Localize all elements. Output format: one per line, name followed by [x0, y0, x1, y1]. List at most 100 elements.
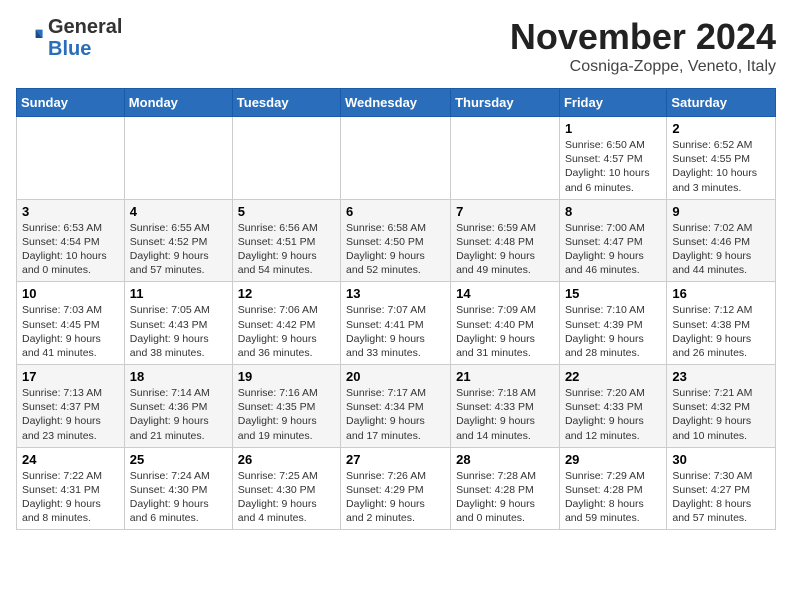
- day-info: Sunrise: 7:26 AM Sunset: 4:29 PM Dayligh…: [346, 469, 445, 526]
- logo-general-text: General: [48, 16, 122, 38]
- weekday-header-friday: Friday: [559, 89, 666, 117]
- calendar-cell: 2 Sunrise: 6:52 AM Sunset: 4:55 PM Daylig…: [667, 117, 776, 200]
- calendar-cell: 18 Sunrise: 7:14 AM Sunset: 4:36 PM Dayli…: [124, 365, 232, 448]
- calendar-cell: [232, 117, 340, 200]
- day-number: 10: [22, 286, 119, 301]
- weekday-header-thursday: Thursday: [451, 89, 560, 117]
- calendar-cell: [341, 117, 451, 200]
- day-info: Sunrise: 7:12 AM Sunset: 4:38 PM Dayligh…: [672, 303, 770, 360]
- day-number: 8: [565, 204, 661, 219]
- day-info: Sunrise: 7:00 AM Sunset: 4:47 PM Dayligh…: [565, 221, 661, 278]
- calendar-week-5: 24 Sunrise: 7:22 AM Sunset: 4:31 PM Dayli…: [17, 447, 776, 530]
- day-number: 11: [130, 286, 227, 301]
- calendar-cell: [17, 117, 125, 200]
- calendar-cell: 22Sunrise: 7:20 AM Sunset: 4:33 PM Dayli…: [559, 365, 666, 448]
- day-info: Sunrise: 6:55 AM Sunset: 4:52 PM Dayligh…: [130, 221, 227, 278]
- day-info: Sunrise: 7:02 AM Sunset: 4:46 PM Dayligh…: [672, 221, 770, 278]
- calendar-cell: 14 Sunrise: 7:09 AM Sunset: 4:40 PM Dayli…: [451, 282, 560, 365]
- calendar-cell: 17 Sunrise: 7:13 AM Sunset: 4:37 PM Dayli…: [17, 365, 125, 448]
- page-header: General Blue November 2024 Cosniga-Zoppe…: [16, 16, 776, 76]
- calendar-cell: 13Sunrise: 7:07 AM Sunset: 4:41 PM Dayli…: [341, 282, 451, 365]
- day-number: 20: [346, 369, 445, 384]
- day-info: Sunrise: 7:03 AM Sunset: 4:45 PM Dayligh…: [22, 303, 119, 360]
- weekday-header-tuesday: Tuesday: [232, 89, 340, 117]
- calendar-table: SundayMondayTuesdayWednesdayThursdayFrid…: [16, 88, 776, 530]
- day-info: Sunrise: 7:28 AM Sunset: 4:28 PM Dayligh…: [456, 469, 554, 526]
- day-info: Sunrise: 7:16 AM Sunset: 4:35 PM Dayligh…: [238, 386, 335, 443]
- day-number: 7: [456, 204, 554, 219]
- calendar-cell: 1Sunrise: 6:50 AM Sunset: 4:57 PM Daylig…: [559, 117, 666, 200]
- day-number: 14: [456, 286, 554, 301]
- day-info: Sunrise: 6:50 AM Sunset: 4:57 PM Dayligh…: [565, 138, 661, 195]
- day-number: 25: [130, 452, 227, 467]
- day-info: Sunrise: 7:22 AM Sunset: 4:31 PM Dayligh…: [22, 469, 119, 526]
- calendar-week-4: 17 Sunrise: 7:13 AM Sunset: 4:37 PM Dayli…: [17, 365, 776, 448]
- month-title: November 2024: [510, 16, 776, 58]
- weekday-header-sunday: Sunday: [17, 89, 125, 117]
- day-number: 30: [672, 452, 770, 467]
- calendar-cell: 10 Sunrise: 7:03 AM Sunset: 4:45 PM Dayli…: [17, 282, 125, 365]
- calendar-cell: 12 Sunrise: 7:06 AM Sunset: 4:42 PM Dayli…: [232, 282, 340, 365]
- day-number: 23: [672, 369, 770, 384]
- day-info: Sunrise: 6:52 AM Sunset: 4:55 PM Dayligh…: [672, 138, 770, 195]
- day-number: 26: [238, 452, 335, 467]
- day-number: 24: [22, 452, 119, 467]
- calendar-header: SundayMondayTuesdayWednesdayThursdayFrid…: [17, 89, 776, 117]
- calendar-cell: 16Sunrise: 7:12 AM Sunset: 4:38 PM Dayli…: [667, 282, 776, 365]
- calendar-cell: 28Sunrise: 7:28 AM Sunset: 4:28 PM Dayli…: [451, 447, 560, 530]
- day-info: Sunrise: 7:25 AM Sunset: 4:30 PM Dayligh…: [238, 469, 335, 526]
- calendar-week-2: 3Sunrise: 6:53 AM Sunset: 4:54 PM Daylig…: [17, 199, 776, 282]
- calendar-cell: 4 Sunrise: 6:55 AM Sunset: 4:52 PM Daylig…: [124, 199, 232, 282]
- day-info: Sunrise: 7:17 AM Sunset: 4:34 PM Dayligh…: [346, 386, 445, 443]
- calendar-cell: 6Sunrise: 6:58 AM Sunset: 4:50 PM Daylig…: [341, 199, 451, 282]
- calendar-cell: 23 Sunrise: 7:21 AM Sunset: 4:32 PM Dayli…: [667, 365, 776, 448]
- location-subtitle: Cosniga-Zoppe, Veneto, Italy: [510, 58, 776, 76]
- calendar-cell: 29Sunrise: 7:29 AM Sunset: 4:28 PM Dayli…: [559, 447, 666, 530]
- day-number: 17: [22, 369, 119, 384]
- day-info: Sunrise: 6:59 AM Sunset: 4:48 PM Dayligh…: [456, 221, 554, 278]
- day-info: Sunrise: 7:24 AM Sunset: 4:30 PM Dayligh…: [130, 469, 227, 526]
- day-info: Sunrise: 7:14 AM Sunset: 4:36 PM Dayligh…: [130, 386, 227, 443]
- day-info: Sunrise: 7:21 AM Sunset: 4:32 PM Dayligh…: [672, 386, 770, 443]
- weekday-header-wednesday: Wednesday: [341, 89, 451, 117]
- day-number: 12: [238, 286, 335, 301]
- day-number: 19: [238, 369, 335, 384]
- day-info: Sunrise: 7:30 AM Sunset: 4:27 PM Dayligh…: [672, 469, 770, 526]
- day-number: 21: [456, 369, 554, 384]
- calendar-cell: 24 Sunrise: 7:22 AM Sunset: 4:31 PM Dayli…: [17, 447, 125, 530]
- calendar-cell: 20 Sunrise: 7:17 AM Sunset: 4:34 PM Dayli…: [341, 365, 451, 448]
- calendar-body: 1Sunrise: 6:50 AM Sunset: 4:57 PM Daylig…: [17, 117, 776, 530]
- day-number: 15: [565, 286, 661, 301]
- day-number: 4: [130, 204, 227, 219]
- day-info: Sunrise: 6:56 AM Sunset: 4:51 PM Dayligh…: [238, 221, 335, 278]
- calendar-cell: 5 Sunrise: 6:56 AM Sunset: 4:51 PM Daylig…: [232, 199, 340, 282]
- day-number: 2: [672, 121, 770, 136]
- day-number: 13: [346, 286, 445, 301]
- day-info: Sunrise: 7:09 AM Sunset: 4:40 PM Dayligh…: [456, 303, 554, 360]
- day-number: 9: [672, 204, 770, 219]
- logo-blue-text: Blue: [48, 38, 91, 60]
- day-info: Sunrise: 7:18 AM Sunset: 4:33 PM Dayligh…: [456, 386, 554, 443]
- calendar-cell: 15 Sunrise: 7:10 AM Sunset: 4:39 PM Dayli…: [559, 282, 666, 365]
- title-area: November 2024 Cosniga-Zoppe, Veneto, Ita…: [510, 16, 776, 76]
- day-number: 22: [565, 369, 661, 384]
- calendar-cell: 21 Sunrise: 7:18 AM Sunset: 4:33 PM Dayli…: [451, 365, 560, 448]
- weekday-header-monday: Monday: [124, 89, 232, 117]
- weekday-header-saturday: Saturday: [667, 89, 776, 117]
- calendar-cell: 11Sunrise: 7:05 AM Sunset: 4:43 PM Dayli…: [124, 282, 232, 365]
- calendar-cell: 25 Sunrise: 7:24 AM Sunset: 4:30 PM Dayli…: [124, 447, 232, 530]
- calendar-cell: 26 Sunrise: 7:25 AM Sunset: 4:30 PM Dayli…: [232, 447, 340, 530]
- calendar-cell: [451, 117, 560, 200]
- calendar-cell: 7 Sunrise: 6:59 AM Sunset: 4:48 PM Daylig…: [451, 199, 560, 282]
- calendar-week-1: 1Sunrise: 6:50 AM Sunset: 4:57 PM Daylig…: [17, 117, 776, 200]
- day-number: 18: [130, 369, 227, 384]
- day-info: Sunrise: 7:13 AM Sunset: 4:37 PM Dayligh…: [22, 386, 119, 443]
- logo: General Blue: [16, 16, 122, 60]
- generalblue-icon: [16, 24, 44, 52]
- day-info: Sunrise: 7:06 AM Sunset: 4:42 PM Dayligh…: [238, 303, 335, 360]
- day-number: 5: [238, 204, 335, 219]
- day-info: Sunrise: 6:53 AM Sunset: 4:54 PM Dayligh…: [22, 221, 119, 278]
- calendar-week-3: 10 Sunrise: 7:03 AM Sunset: 4:45 PM Dayli…: [17, 282, 776, 365]
- calendar-cell: 3Sunrise: 6:53 AM Sunset: 4:54 PM Daylig…: [17, 199, 125, 282]
- day-info: Sunrise: 7:10 AM Sunset: 4:39 PM Dayligh…: [565, 303, 661, 360]
